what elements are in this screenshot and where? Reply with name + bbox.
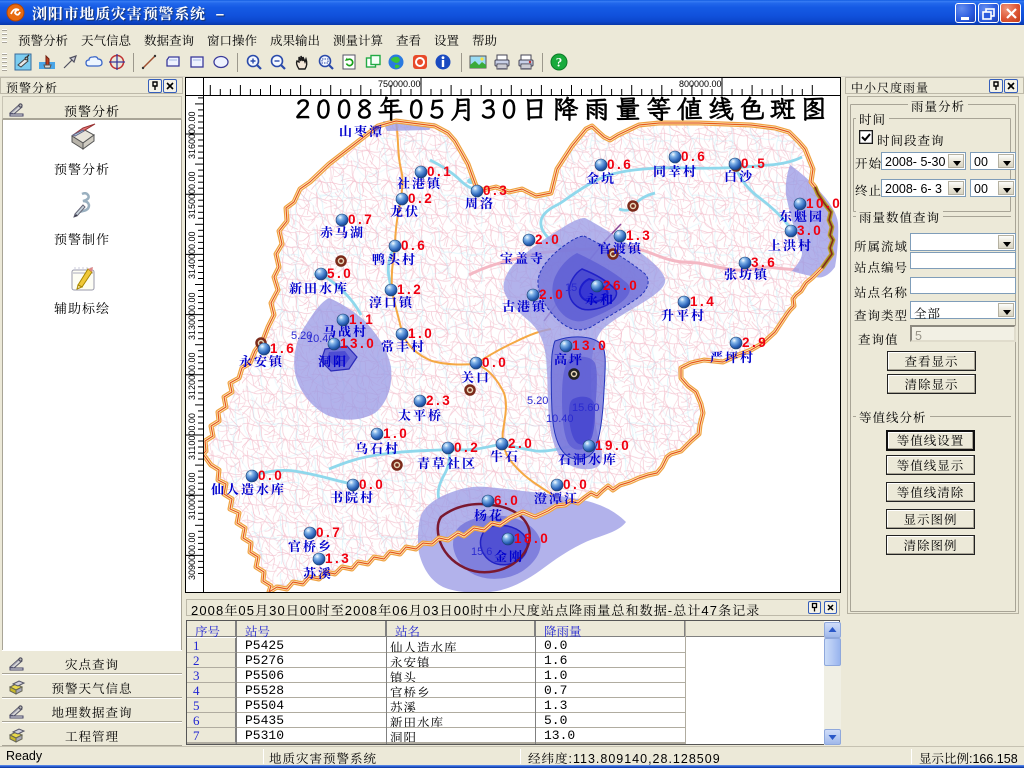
svg-text:1.0: 1.0	[408, 326, 434, 341]
svg-text:1.6: 1.6	[270, 341, 296, 356]
svg-text:0.1: 0.1	[427, 164, 453, 179]
svg-text:2.0: 2.0	[508, 436, 534, 451]
svg-text:1.0: 1.0	[383, 426, 409, 441]
svg-text:0.7: 0.7	[348, 212, 374, 227]
svg-text:1.2: 1.2	[397, 282, 423, 297]
svg-text:2.0: 2.0	[539, 287, 565, 302]
svg-text:2.0: 2.0	[535, 232, 561, 247]
svg-text:0.0: 0.0	[359, 477, 385, 492]
svg-text:3.6: 3.6	[751, 255, 777, 270]
svg-text:青草社区: 青草社区	[417, 453, 477, 472]
svg-text:1.1: 1.1	[349, 312, 375, 327]
svg-text:26.0: 26.0	[603, 278, 639, 293]
svg-text:15: 15	[565, 282, 577, 294]
svg-text:?: ?	[556, 55, 563, 70]
svg-text:0.6: 0.6	[607, 157, 633, 172]
svg-text:0.2: 0.2	[454, 440, 480, 455]
svg-text:13.0: 13.0	[572, 338, 608, 353]
svg-text:5.0: 5.0	[327, 266, 353, 281]
svg-text:15.6: 15.6	[471, 546, 492, 558]
svg-text:宝盖寺: 宝盖寺	[500, 248, 545, 267]
svg-text:18.0: 18.0	[514, 531, 550, 546]
svg-text:0.7: 0.7	[316, 525, 342, 540]
svg-text:6.0: 6.0	[494, 493, 520, 508]
svg-text:0.5: 0.5	[741, 156, 767, 171]
svg-text:金刚: 金刚	[494, 546, 524, 565]
svg-text:19.0: 19.0	[595, 438, 631, 453]
svg-text:0.0: 0.0	[482, 355, 508, 370]
svg-text:5.20: 5.20	[527, 395, 548, 407]
svg-text:2008年05月30日降雨量等值线色斑图: 2008年05月30日降雨量等值线色斑图	[295, 96, 832, 126]
svg-text:13.0: 13.0	[340, 336, 376, 351]
svg-text:3.0: 3.0	[797, 223, 823, 238]
svg-text:2.3: 2.3	[426, 393, 452, 408]
svg-text:15.60: 15.60	[572, 402, 600, 414]
svg-text:1.3: 1.3	[626, 228, 652, 243]
svg-text:0.0: 0.0	[258, 468, 284, 483]
svg-text:10.0: 10.0	[806, 196, 840, 211]
svg-text:洞阳: 洞阳	[318, 351, 348, 370]
svg-text:0.2: 0.2	[408, 191, 434, 206]
svg-text:1.3: 1.3	[325, 551, 351, 566]
svg-text:0.6: 0.6	[401, 238, 427, 253]
svg-text:2.9: 2.9	[742, 335, 768, 350]
svg-text:0.6: 0.6	[681, 149, 707, 164]
svg-text:0.3: 0.3	[483, 183, 509, 198]
svg-text:0.0: 0.0	[563, 477, 589, 492]
svg-text:10.40: 10.40	[546, 413, 574, 425]
svg-text:1.4: 1.4	[690, 294, 716, 309]
